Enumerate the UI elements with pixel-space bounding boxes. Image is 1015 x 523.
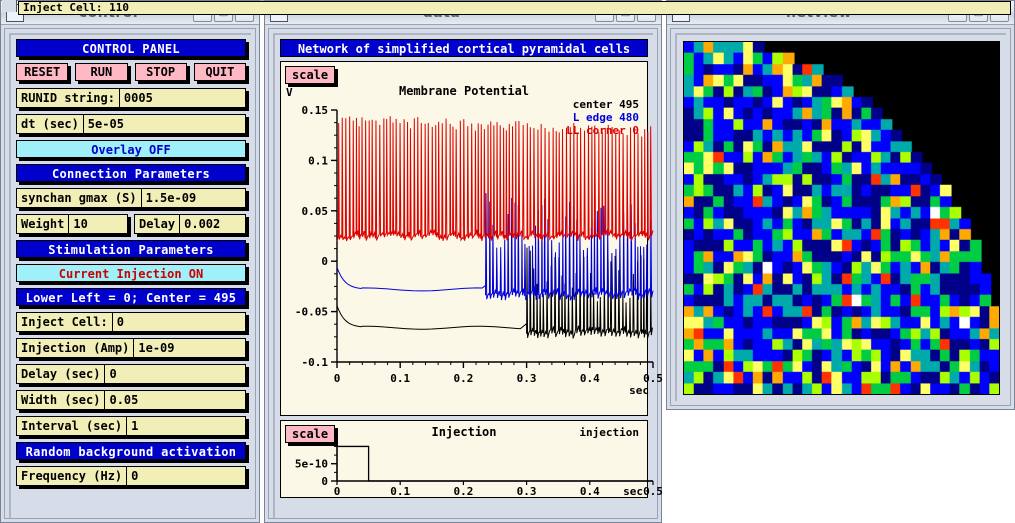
stop-button[interactable]: STOP xyxy=(134,63,187,81)
current-injection-toggle[interactable]: Current Injection ON xyxy=(16,264,246,282)
svg-text:0.2: 0.2 xyxy=(453,485,473,497)
delay-conn-input[interactable]: 0.002 xyxy=(179,214,246,234)
svg-text:sec: sec xyxy=(629,384,649,397)
svg-text:sec: sec xyxy=(623,485,643,497)
inject-cell-label: Inject Cell: xyxy=(16,312,112,332)
cell-range-info: Lower Left = 0; Center = 495 xyxy=(16,288,246,306)
netview-window: netview – □ ✕ xyxy=(666,0,1015,410)
netview-panel xyxy=(675,33,1006,401)
bw-inject-cell-field[interactable]: Inject Cell: 110 xyxy=(18,1,1011,15)
data-panel: Network of simplified cortical pyramidal… xyxy=(273,33,663,518)
svg-text:0.1: 0.1 xyxy=(308,154,328,167)
frequency-label: Frequency (Hz) xyxy=(16,466,127,486)
current-injection-wrap: Current Injection ON xyxy=(16,264,246,282)
svg-text:-0.1: -0.1 xyxy=(302,356,329,369)
run-button[interactable]: RUN xyxy=(75,63,128,81)
svg-text:0: 0 xyxy=(321,255,328,268)
svg-text:0.1: 0.1 xyxy=(390,372,410,385)
connection-parameters-header: Connection Parameters xyxy=(16,164,246,182)
synchan-gmax-label: synchan gmax (S) xyxy=(16,188,141,208)
runid-input[interactable]: 0005 xyxy=(118,88,246,108)
delay-conn-field[interactable]: Delay 0.002 xyxy=(134,214,246,234)
weight-delay-row: Weight 10 Delay 0.002 xyxy=(16,214,246,234)
weight-field[interactable]: Weight 10 xyxy=(16,214,128,234)
main-plot-title: Membrane Potential xyxy=(398,84,530,98)
svg-text:5e-10: 5e-10 xyxy=(295,458,328,471)
width-sec-label: Width (sec) xyxy=(16,390,105,410)
weight-input[interactable]: 10 xyxy=(68,214,128,234)
svg-text:0: 0 xyxy=(334,485,341,497)
control-action-buttons: RESET RUN STOP QUIT xyxy=(16,63,246,83)
delay-sec-input[interactable]: 0 xyxy=(104,364,246,384)
legend-llcorner: LL corner 0 xyxy=(566,124,639,137)
random-header-wrap: Random background activation xyxy=(16,442,246,460)
main-plot-legend: center 495 L edge 480 LL corner 0 xyxy=(566,98,639,137)
interval-sec-field[interactable]: Interval (sec) 1 xyxy=(16,416,246,436)
injection-amp-label: Injection (Amp) xyxy=(16,338,134,358)
control-panel: CONTROL PANEL RESET RUN STOP QUIT RUNID … xyxy=(9,33,251,518)
frequency-field[interactable]: Frequency (Hz) 0 xyxy=(16,466,246,486)
dt-label: dt (sec) xyxy=(16,114,83,134)
data-window: data – □ ✕ Network of simplified cortica… xyxy=(264,0,663,523)
legend-ledge: L edge 480 xyxy=(572,111,639,124)
injection-plot[interactable]: scale Injection injection 0 5e-10 0 0.1 0.2 0… xyxy=(280,420,663,498)
legend-center: center 495 xyxy=(572,98,639,111)
interval-sec-label: Interval (sec) xyxy=(16,416,127,436)
reset-button[interactable]: RESET xyxy=(16,63,69,81)
bw-left-tab xyxy=(2,0,17,12)
svg-text:0.4: 0.4 xyxy=(580,485,600,497)
frequency-input[interactable]: 0 xyxy=(126,466,246,486)
runid-label: RUNID string: xyxy=(16,88,119,108)
network-activity-heatmap[interactable] xyxy=(683,41,1000,395)
svg-text:0: 0 xyxy=(334,372,341,385)
svg-text:0.2: 0.2 xyxy=(453,372,473,385)
interval-sec-input[interactable]: 1 xyxy=(126,416,246,436)
control-window: control – □ ✕ CONTROL PANEL RESET RUN ST… xyxy=(0,0,260,523)
injection-amp-input[interactable]: 1e-09 xyxy=(133,338,246,358)
overlay-toggle[interactable]: Overlay OFF xyxy=(16,140,246,158)
dt-field[interactable]: dt (sec) 5e-05 xyxy=(16,114,246,134)
stimulation-parameters-header: Stimulation Parameters xyxy=(16,240,246,258)
membrane-potential-plot[interactable]: scale V Membrane Potential center 495 L … xyxy=(280,61,663,416)
synchan-gmax-input[interactable]: 1.5e-09 xyxy=(140,188,246,208)
runid-field[interactable]: RUNID string: 0005 xyxy=(16,88,246,108)
width-sec-input[interactable]: 0.05 xyxy=(104,390,246,410)
connection-header-wrap: Connection Parameters xyxy=(16,164,246,182)
svg-text:0.15: 0.15 xyxy=(302,104,329,117)
synchan-gmax-field[interactable]: synchan gmax (S) 1.5e-09 xyxy=(16,188,246,208)
weight-label: Weight xyxy=(16,214,69,234)
data-window-body: Network of simplified cortical pyramidal… xyxy=(268,28,663,519)
overlay-toggle-wrap: Overlay OFF xyxy=(16,140,246,158)
svg-text:-0.05: -0.05 xyxy=(295,306,328,319)
random-background-header: Random background activation xyxy=(16,442,246,460)
delay-conn-label: Delay xyxy=(134,214,180,234)
svg-text:0: 0 xyxy=(321,475,328,488)
data-banner: Network of simplified cortical pyramidal… xyxy=(280,39,648,57)
inject-cell-field[interactable]: Inject Cell: 0 xyxy=(16,312,246,332)
svg-text:0.05: 0.05 xyxy=(302,205,329,218)
width-sec-field[interactable]: Width (sec) 0.05 xyxy=(16,390,246,410)
delay-sec-label: Delay (sec) xyxy=(16,364,105,384)
scale-button-injection[interactable]: scale xyxy=(285,425,336,443)
svg-text:0.4: 0.4 xyxy=(580,372,600,385)
stim-header-wrap: Stimulation Parameters xyxy=(16,240,246,258)
svg-text:0.3: 0.3 xyxy=(517,372,537,385)
svg-text:0.5: 0.5 xyxy=(643,485,663,497)
scale-button-main[interactable]: scale xyxy=(285,66,336,84)
background-window-partial[interactable]: Inject Cell: 110 xyxy=(0,0,1011,15)
netview-window-body xyxy=(670,28,1011,406)
control-panel-header: CONTROL PANEL xyxy=(16,39,246,57)
delay-sec-field[interactable]: Delay (sec) 0 xyxy=(16,364,246,384)
quit-button[interactable]: QUIT xyxy=(193,63,246,81)
injection-amp-field[interactable]: Injection (Amp) 1e-09 xyxy=(16,338,246,358)
cell-info-wrap: Lower Left = 0; Center = 495 xyxy=(16,288,246,306)
injection-trace-label: injection xyxy=(579,426,639,439)
inject-cell-input[interactable]: 0 xyxy=(111,312,246,332)
control-panel-header-wrap: CONTROL PANEL xyxy=(16,39,246,57)
control-window-body: CONTROL PANEL RESET RUN STOP QUIT RUNID … xyxy=(4,28,256,519)
dt-input[interactable]: 5e-05 xyxy=(82,114,246,134)
svg-text:0.3: 0.3 xyxy=(517,485,537,497)
svg-text:0.1: 0.1 xyxy=(390,485,410,497)
